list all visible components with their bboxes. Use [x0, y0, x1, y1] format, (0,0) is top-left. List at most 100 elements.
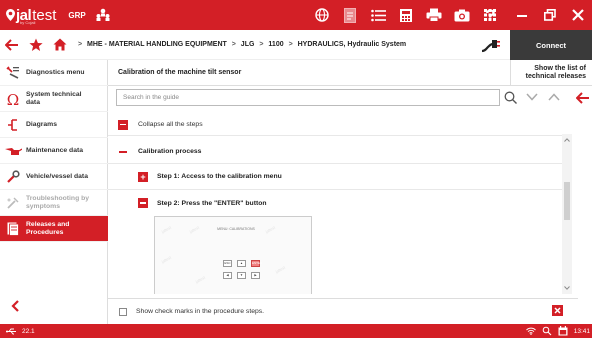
technical-releases-label: Show the list of technical releases: [525, 64, 586, 80]
apps-grid-icon[interactable]: [472, 0, 508, 30]
breadcrumb-separator: >: [78, 41, 83, 48]
step-row[interactable]: Step 2: Press the "ENTER" button: [108, 190, 570, 216]
breadcrumb-item-system[interactable]: HYDRAULICS, Hydraulic System: [298, 41, 407, 48]
top-bar: jal test by Cojali GRP ?: [0, 0, 592, 30]
process-label: Calibration process: [138, 148, 202, 155]
expand-plus-icon[interactable]: +: [138, 171, 148, 182]
search-input[interactable]: [117, 90, 499, 105]
calculator-icon[interactable]: [392, 0, 420, 30]
sidebar-item-diagnostics[interactable]: Diagnostics menu: [0, 60, 108, 86]
scroll-up-icon[interactable]: [562, 136, 572, 144]
step-label: Step 1: Access to the calibration menu: [157, 173, 282, 180]
procedure-content: Collapse all the steps Calibration proce…: [108, 108, 578, 294]
report-icon[interactable]: [336, 0, 364, 30]
chevron-left-icon[interactable]: [8, 298, 24, 314]
procedure-header: Calibration of the machine tilt sensor: [108, 60, 510, 86]
content-scrollbar[interactable]: [562, 134, 572, 294]
collapse-icon[interactable]: [118, 119, 128, 130]
step-illustration: jaltest jaltest jaltest jaltest jaltest …: [154, 216, 312, 294]
favorite-star-icon[interactable]: [24, 30, 48, 60]
scrollbar-thumb[interactable]: [564, 182, 570, 220]
clock: 13:41: [573, 327, 590, 335]
breadcrumb-item-category[interactable]: MHE - MATERIAL HANDLING EQUIPMENT: [87, 41, 227, 48]
search-row: [108, 86, 592, 108]
back-arrow-icon[interactable]: [0, 30, 24, 60]
wifi-icon: [525, 327, 536, 335]
sidebar-item-label: Vehicle/vessel data: [26, 172, 88, 180]
sidebar-item-diagrams[interactable]: Diagrams: [0, 112, 108, 138]
minimize-icon[interactable]: [508, 0, 536, 30]
chevron-down-icon[interactable]: [522, 88, 542, 106]
collapse-minus-icon[interactable]: [138, 198, 148, 208]
sidebar-item-label: Releases and Procedures: [26, 220, 70, 236]
status-tray: 13:41: [520, 324, 592, 338]
key-enter: ENTER: [251, 260, 263, 267]
svg-text:Ω: Ω: [7, 92, 19, 106]
calendar-icon: [558, 326, 568, 336]
scroll-down-icon[interactable]: [562, 284, 572, 292]
close-procedure-icon[interactable]: [552, 305, 563, 316]
restore-icon[interactable]: [536, 0, 564, 30]
sidebar-item-label: Maintenance data: [26, 146, 84, 154]
key-left: ◀: [223, 272, 232, 279]
circuit-icon: [0, 118, 26, 132]
breadcrumb-item-model[interactable]: 1100: [268, 41, 283, 48]
breadcrumb-separator: >: [288, 41, 293, 48]
step-label: Step 2: Press the "ENTER" button: [157, 199, 267, 207]
sidebar-item-vehicle-data[interactable]: Vehicle/vessel data: [0, 164, 108, 190]
collapse-all-label: Collapse all the steps: [138, 121, 203, 128]
collapse-all-row[interactable]: Collapse all the steps: [108, 114, 570, 136]
version-number: 22.1: [22, 327, 35, 335]
sidebar-item-label: System technical data: [26, 90, 82, 106]
sidebar-item-label: Diagrams: [26, 120, 57, 128]
panel-back-arrow-icon[interactable]: [574, 88, 592, 108]
illustration-watermark: jaltest: [194, 274, 207, 285]
minus-icon[interactable]: [119, 150, 127, 153]
close-icon[interactable]: [564, 0, 592, 30]
breadcrumb-separator: >: [259, 41, 264, 48]
illustration-watermark: jaltest: [160, 254, 173, 265]
oil-can-icon: [0, 145, 26, 157]
sidebar-item-maintenance[interactable]: Maintenance data: [0, 138, 108, 164]
printer-icon[interactable]: [420, 0, 448, 30]
logo-text-secondary: test: [32, 6, 57, 24]
check-marks-row: Show check marks in the procedure steps.: [108, 298, 578, 324]
chevron-up-icon[interactable]: [544, 88, 564, 106]
breadcrumb-bar: > MHE - MATERIAL HANDLING EQUIPMENT > JL…: [0, 30, 510, 60]
globe-icon[interactable]: [308, 0, 336, 30]
logo-subtitle: by Cojali: [20, 20, 36, 25]
sidebar-item-troubleshooting[interactable]: Troubleshooting by symptoms: [0, 190, 108, 216]
search-field[interactable]: [116, 89, 500, 106]
wrench-list-icon: [0, 65, 26, 80]
illustration-watermark: jaltest: [274, 264, 287, 275]
list-icon[interactable]: [364, 0, 392, 30]
illustration-watermark: jaltest: [264, 224, 277, 235]
omega-icon: Ω: [0, 92, 26, 106]
key-down: ▼: [237, 272, 246, 279]
home-icon[interactable]: [48, 30, 72, 60]
show-check-marks-checkbox[interactable]: [119, 307, 127, 316]
sidebar-item-technical-data[interactable]: Ω System technical data: [0, 86, 108, 112]
search-signal-icon: [542, 326, 552, 336]
car-wrench-icon: [0, 169, 26, 184]
technical-releases-button[interactable]: Show the list of technical releases: [510, 60, 592, 86]
sidebar-item-label: Troubleshooting by symptoms: [26, 194, 90, 210]
breadcrumb-separator: >: [231, 41, 236, 48]
display-screen-text: MENU: CALIBRATIONS: [217, 227, 255, 231]
check-marks-label: Show check marks in the procedure steps.: [136, 308, 265, 315]
logo-pin-icon: [6, 9, 15, 21]
key-right: ▶: [251, 272, 260, 279]
sidebar: Diagnostics menu Ω System technical data…: [0, 60, 108, 324]
breadcrumb-item-brand[interactable]: JLG: [241, 41, 255, 48]
app-logo: jal test by Cojali GRP: [6, 0, 112, 30]
sidebar-item-label: Diagnostics menu: [26, 68, 85, 76]
step-row[interactable]: + Step 1: Access to the calibration menu: [108, 164, 570, 190]
troubleshoot-icon: [0, 196, 26, 210]
version-info: 22.1: [6, 328, 35, 335]
process-row[interactable]: Calibration process: [108, 140, 570, 164]
sidebar-item-releases[interactable]: Releases and Procedures: [0, 216, 108, 242]
status-bar: 22.1 13:41: [0, 324, 592, 338]
search-icon[interactable]: [500, 88, 520, 106]
connect-button[interactable]: Connect: [510, 30, 592, 60]
document-icon: [0, 222, 26, 236]
